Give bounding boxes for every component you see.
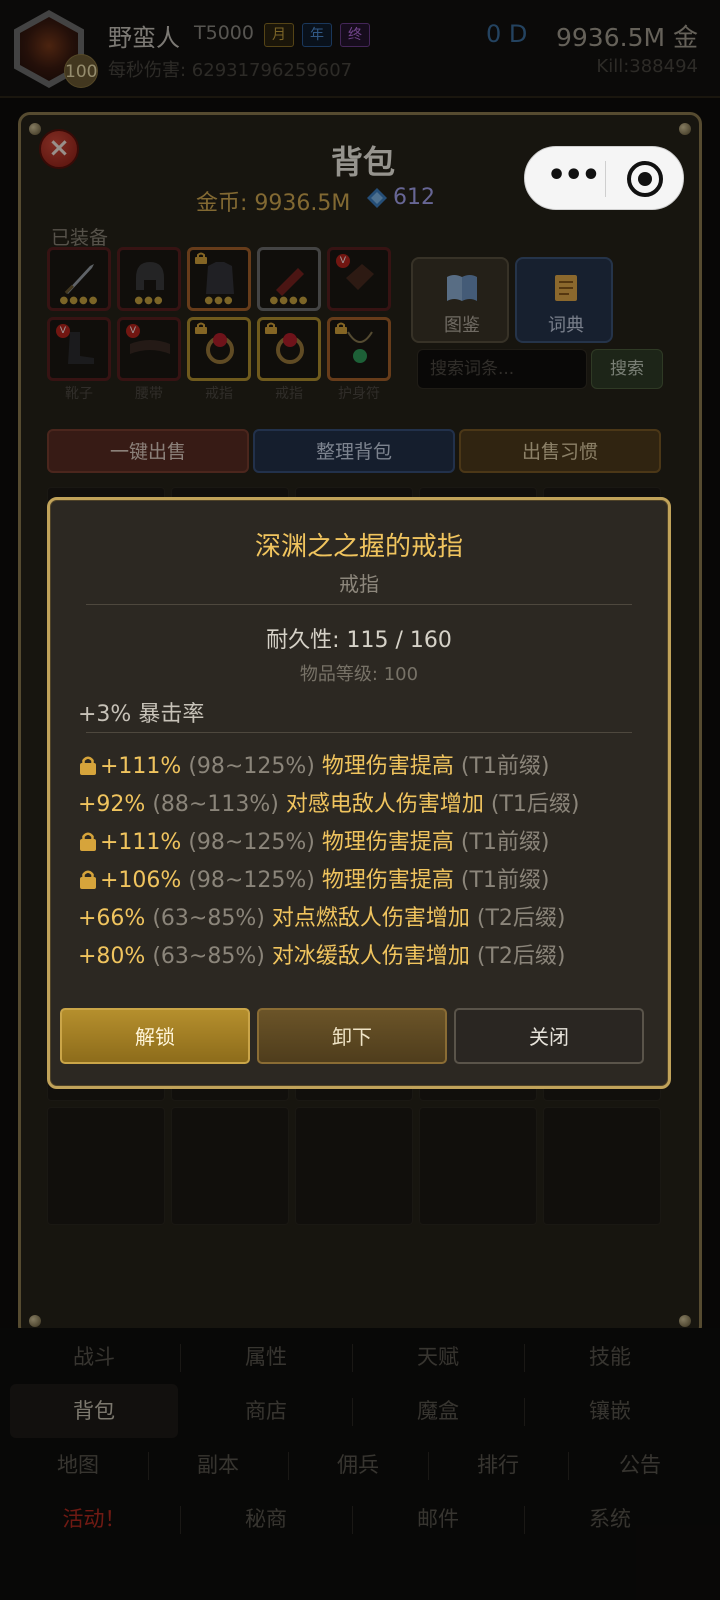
affix-row: +106% (98~125%) 物理伤害提高 (T1前缀) [78,862,549,894]
lock-icon [80,756,96,775]
affix-row: +92% (88~113%) 对感电敌人伤害增加 (T1后缀) [78,786,579,818]
item-type: 戒指 [339,572,379,596]
affix-text: 对感电敌人伤害增加 [285,792,484,817]
affix-range: (98~125%) [188,754,315,779]
affix-value: +80% [78,944,146,969]
capsule-divider [605,161,606,197]
unlock-button[interactable]: 解锁 [60,1008,250,1064]
affix-text: 对冰缓敌人伤害增加 [271,944,470,969]
affix-tier: (T1前缀) [460,830,550,855]
affix-range: (98~125%) [188,868,315,893]
affix-range: (88~113%) [152,792,279,817]
affix-value: +111% [100,754,182,779]
affix-value: +92% [78,792,146,817]
base-stat: +3% 暴击率 [78,702,205,727]
close-button[interactable]: 关闭 [454,1008,644,1064]
item-durability: 耐久性: 115 / 160 [266,628,452,653]
lock-icon [80,832,96,851]
affix-row: +111% (98~125%) 物理伤害提高 (T1前缀) [78,748,549,780]
affix-text: 对点燃敌人伤害增加 [271,906,470,931]
miniprogram-capsule: ••• [524,146,684,210]
affix-value: +106% [100,868,182,893]
divider [86,604,632,605]
affix-tier: (T2后缀) [476,944,566,969]
affix-row: +80% (63~85%) 对冰缓敌人伤害增加 (T2后缀) [78,938,565,970]
affix-tier: (T1前缀) [460,754,550,779]
item-level: 物品等级: 100 [299,664,419,685]
affix-text: 物理伤害提高 [321,830,454,855]
affix-range: (98~125%) [188,830,315,855]
affix-text: 物理伤害提高 [321,754,454,779]
affix-tier: (T1前缀) [460,868,550,893]
affix-value: +111% [100,830,182,855]
divider [86,732,632,733]
affix-tier: (T2后缀) [476,906,566,931]
affix-tier: (T1后缀) [490,792,580,817]
unequip-button[interactable]: 卸下 [257,1008,447,1064]
item-name: 深渊之之握的戒指 [254,532,463,562]
exit-miniprogram-icon[interactable] [627,161,663,197]
more-icon[interactable]: ••• [547,161,601,191]
affix-range: (63~85%) [152,906,265,931]
item-detail-modal: 深渊之之握的戒指 戒指 耐久性: 115 / 160 物品等级: 100 +3%… [47,497,671,1089]
affix-text: 物理伤害提高 [321,868,454,893]
lock-icon [80,870,96,889]
affix-row: +66% (63~85%) 对点燃敌人伤害增加 (T2后缀) [78,900,565,932]
affix-range: (63~85%) [152,944,265,969]
affix-row: +111% (98~125%) 物理伤害提高 (T1前缀) [78,824,549,856]
affix-value: +66% [78,906,146,931]
